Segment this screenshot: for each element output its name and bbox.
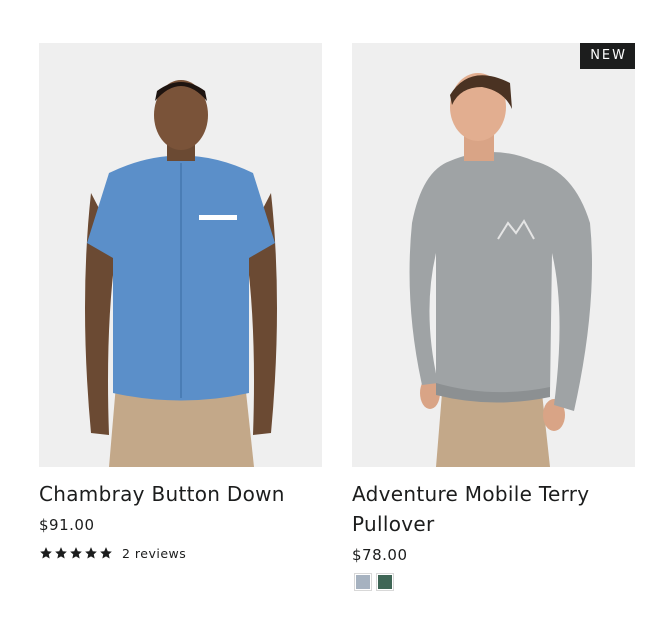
new-badge: NEW — [580, 43, 635, 69]
color-swatch-1[interactable] — [378, 575, 392, 589]
product-title[interactable]: Chambray Button Down — [39, 479, 322, 509]
star-icon — [40, 547, 52, 559]
rating-stars — [39, 546, 113, 560]
star-icon — [55, 547, 67, 559]
color-swatch-0[interactable] — [356, 575, 370, 589]
product-card-pullover[interactable]: NEW Adventure Mobile Terry Pullover $78.… — [352, 43, 635, 589]
color-swatches — [352, 575, 635, 589]
star-icon — [85, 547, 97, 559]
product-price: $91.00 — [39, 516, 95, 534]
product-rating: 2 reviews — [39, 543, 322, 563]
review-count[interactable]: 2 reviews — [122, 546, 186, 561]
product-card-chambray[interactable]: Chambray Button Down $91.00 2 reviews — [39, 43, 322, 563]
star-icon — [100, 547, 112, 559]
star-icon — [70, 547, 82, 559]
product-image-pullover[interactable]: NEW — [352, 43, 635, 467]
product-price: $78.00 — [352, 546, 408, 564]
product-title[interactable]: Adventure Mobile Terry Pullover — [352, 479, 635, 539]
product-image-chambray[interactable] — [39, 43, 322, 467]
